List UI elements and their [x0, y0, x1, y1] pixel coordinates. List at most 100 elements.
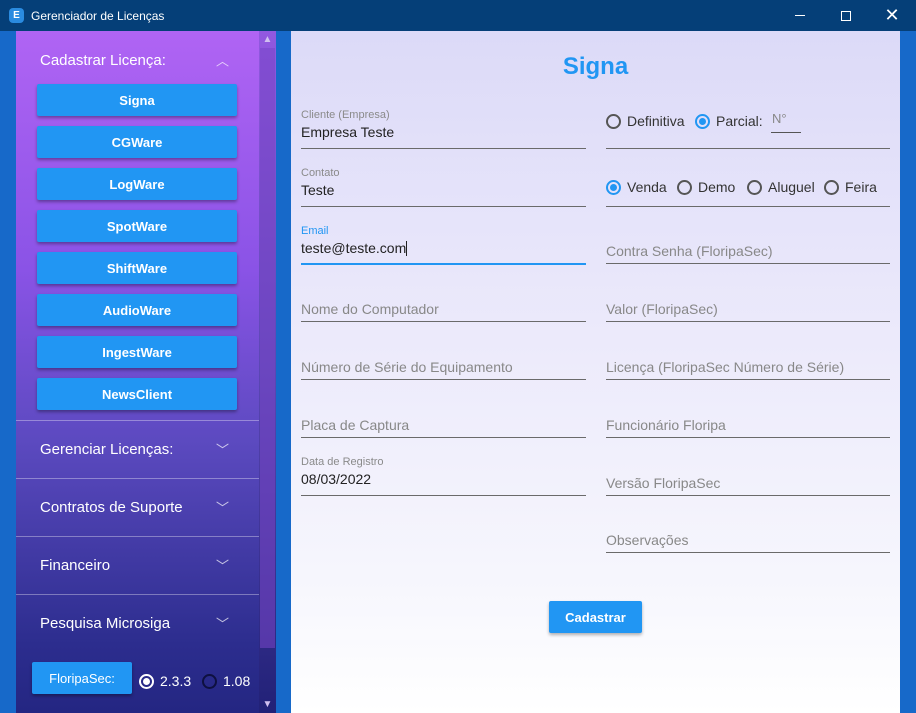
- radio-parcial[interactable]: Parcial:: [695, 113, 763, 129]
- version-label: 1.08: [223, 673, 251, 689]
- field-value: Empresa Teste: [301, 124, 395, 140]
- placa-captura-field[interactable]: Placa de Captura: [301, 398, 586, 438]
- valor-field[interactable]: Valor (FloripaSec): [606, 282, 890, 322]
- title-bar: E Gerenciador de Licenças ✕: [0, 0, 916, 31]
- radio-aluguel[interactable]: Aluguel: [747, 179, 815, 195]
- version-label: 2.3.3: [160, 673, 192, 689]
- section-label: Financeiro: [40, 556, 111, 574]
- field-placeholder: Nome do Computador: [301, 301, 439, 317]
- newsclient-button[interactable]: NewsClient: [37, 378, 237, 410]
- scroll-down-arrow-icon[interactable]: ▼: [259, 696, 276, 713]
- observacoes-field[interactable]: Observações: [606, 513, 890, 553]
- parcial-number-input[interactable]: N°: [771, 111, 801, 133]
- radio-unselected-icon: [677, 179, 692, 195]
- field-placeholder: Placa de Captura: [301, 417, 410, 433]
- section-contratos-suporte[interactable]: Contratos de Suporte ﹀: [16, 478, 259, 536]
- field-placeholder: Funcionário Floripa: [606, 417, 726, 433]
- chevron-down-icon: ﹀: [215, 616, 229, 632]
- field-placeholder: Observações: [606, 532, 689, 548]
- email-field[interactable]: Email teste@teste.com: [301, 225, 586, 265]
- field-value: teste@teste.com: [301, 240, 408, 256]
- audioware-button[interactable]: AudioWare: [37, 294, 237, 326]
- sidebar: Cadastrar Licença: ︿ Signa CGWare LogWar…: [16, 31, 259, 713]
- scroll-thumb[interactable]: [260, 48, 275, 648]
- scroll-up-arrow-icon[interactable]: ▲: [259, 31, 276, 48]
- chevron-down-icon: ﹀: [215, 442, 229, 458]
- minimize-icon: [795, 15, 805, 16]
- chevron-down-icon: ﹀: [215, 500, 229, 516]
- radio-unselected-icon: [824, 179, 839, 195]
- section-cadastrar-licenca[interactable]: Cadastrar Licença: ︿: [16, 31, 259, 89]
- section-label: Gerenciar Licenças:: [40, 440, 174, 458]
- funcionario-field[interactable]: Funcionário Floripa: [606, 398, 890, 438]
- data-registro-field[interactable]: Data de Registro 08/03/2022: [301, 456, 586, 496]
- minimize-button[interactable]: [777, 0, 823, 31]
- floripasec-button[interactable]: FloripaSec:: [32, 662, 132, 694]
- radio-label: Parcial:: [716, 113, 763, 129]
- field-label: Data de Registro: [301, 456, 384, 468]
- field-label: Cliente (Empresa): [301, 109, 390, 121]
- radio-selected-icon: [606, 179, 621, 195]
- radio-label: Demo: [698, 179, 736, 195]
- field-placeholder: Versão FloripaSec: [606, 475, 721, 491]
- field-placeholder: Contra Senha (FloripaSec): [606, 243, 773, 259]
- numero-serie-field[interactable]: Número de Série do Equipamento: [301, 340, 586, 380]
- cadastrar-button[interactable]: Cadastrar: [549, 601, 642, 633]
- field-label: Email: [301, 225, 329, 237]
- radio-venda[interactable]: Venda: [606, 179, 667, 195]
- close-button[interactable]: ✕: [869, 0, 915, 31]
- contato-field[interactable]: Contato Teste: [301, 167, 586, 207]
- tipo-venda-group: Venda Demo Aluguel Feira: [606, 167, 890, 207]
- field-label: Contato: [301, 167, 340, 179]
- app-window: E Gerenciador de Licenças ✕ Cadastrar Li…: [0, 0, 916, 713]
- computador-field[interactable]: Nome do Computador: [301, 282, 586, 322]
- tipo-licenca-group: Definitiva Parcial: N°: [606, 109, 890, 149]
- field-placeholder: Valor (FloripaSec): [606, 301, 718, 317]
- radio-label: Aluguel: [768, 179, 815, 195]
- section-label: Pesquisa Microsiga: [40, 614, 171, 632]
- logware-button[interactable]: LogWare: [37, 168, 237, 200]
- ingestware-button[interactable]: IngestWare: [37, 336, 237, 368]
- maximize-icon: [841, 10, 851, 21]
- radio-unselected-icon: [202, 673, 217, 689]
- section-label: Cadastrar Licença:: [40, 51, 166, 69]
- field-value: 08/03/2022: [301, 471, 372, 487]
- chevron-up-icon: ︿: [215, 53, 229, 69]
- signa-button[interactable]: Signa: [37, 84, 237, 116]
- close-icon: ✕: [884, 5, 900, 25]
- section-gerenciar-licencas[interactable]: Gerenciar Licenças: ﹀: [16, 420, 259, 478]
- radio-feira[interactable]: Feira: [824, 179, 877, 195]
- licenca-field[interactable]: Licença (FloripaSec Número de Série): [606, 340, 890, 380]
- sidebar-scrollbar[interactable]: ▲ ▼: [259, 31, 276, 713]
- contra-senha-field[interactable]: Contra Senha (FloripaSec): [606, 224, 890, 264]
- radio-definitiva[interactable]: Definitiva: [606, 113, 685, 129]
- field-value: Teste: [301, 182, 335, 198]
- shiftware-button[interactable]: ShiftWare: [37, 252, 237, 284]
- app-logo-icon: E: [9, 8, 24, 23]
- chevron-down-icon: ﹀: [215, 558, 229, 574]
- field-placeholder: Licença (FloripaSec Número de Série): [606, 359, 845, 375]
- cliente-field[interactable]: Cliente (Empresa) Empresa Teste: [301, 109, 586, 149]
- window-title: Gerenciador de Licenças: [31, 9, 165, 23]
- radio-label: Feira: [845, 179, 877, 195]
- spotware-button[interactable]: SpotWare: [37, 210, 237, 242]
- radio-unselected-icon: [606, 113, 621, 129]
- radio-label: Definitiva: [627, 113, 685, 129]
- radio-selected-icon: [139, 673, 154, 689]
- section-financeiro[interactable]: Financeiro ﹀: [16, 536, 259, 594]
- version-radio-108[interactable]: 1.08: [202, 673, 250, 689]
- form-panel: Signa Cliente (Empresa) Empresa Teste Co…: [291, 31, 900, 713]
- radio-demo[interactable]: Demo: [677, 179, 735, 195]
- radio-selected-icon: [695, 113, 710, 129]
- text-caret: [406, 241, 408, 256]
- section-pesquisa-microsiga[interactable]: Pesquisa Microsiga ﹀: [16, 594, 259, 652]
- version-radio-233[interactable]: 2.3.3: [139, 673, 191, 689]
- section-label: Contratos de Suporte: [40, 498, 183, 516]
- maximize-button[interactable]: [823, 0, 869, 31]
- radio-label: Venda: [627, 179, 667, 195]
- versao-field[interactable]: Versão FloripaSec: [606, 456, 890, 496]
- field-placeholder: Número de Série do Equipamento: [301, 359, 513, 375]
- cgware-button[interactable]: CGWare: [37, 126, 237, 158]
- page-title: Signa: [562, 53, 629, 80]
- radio-unselected-icon: [747, 179, 762, 195]
